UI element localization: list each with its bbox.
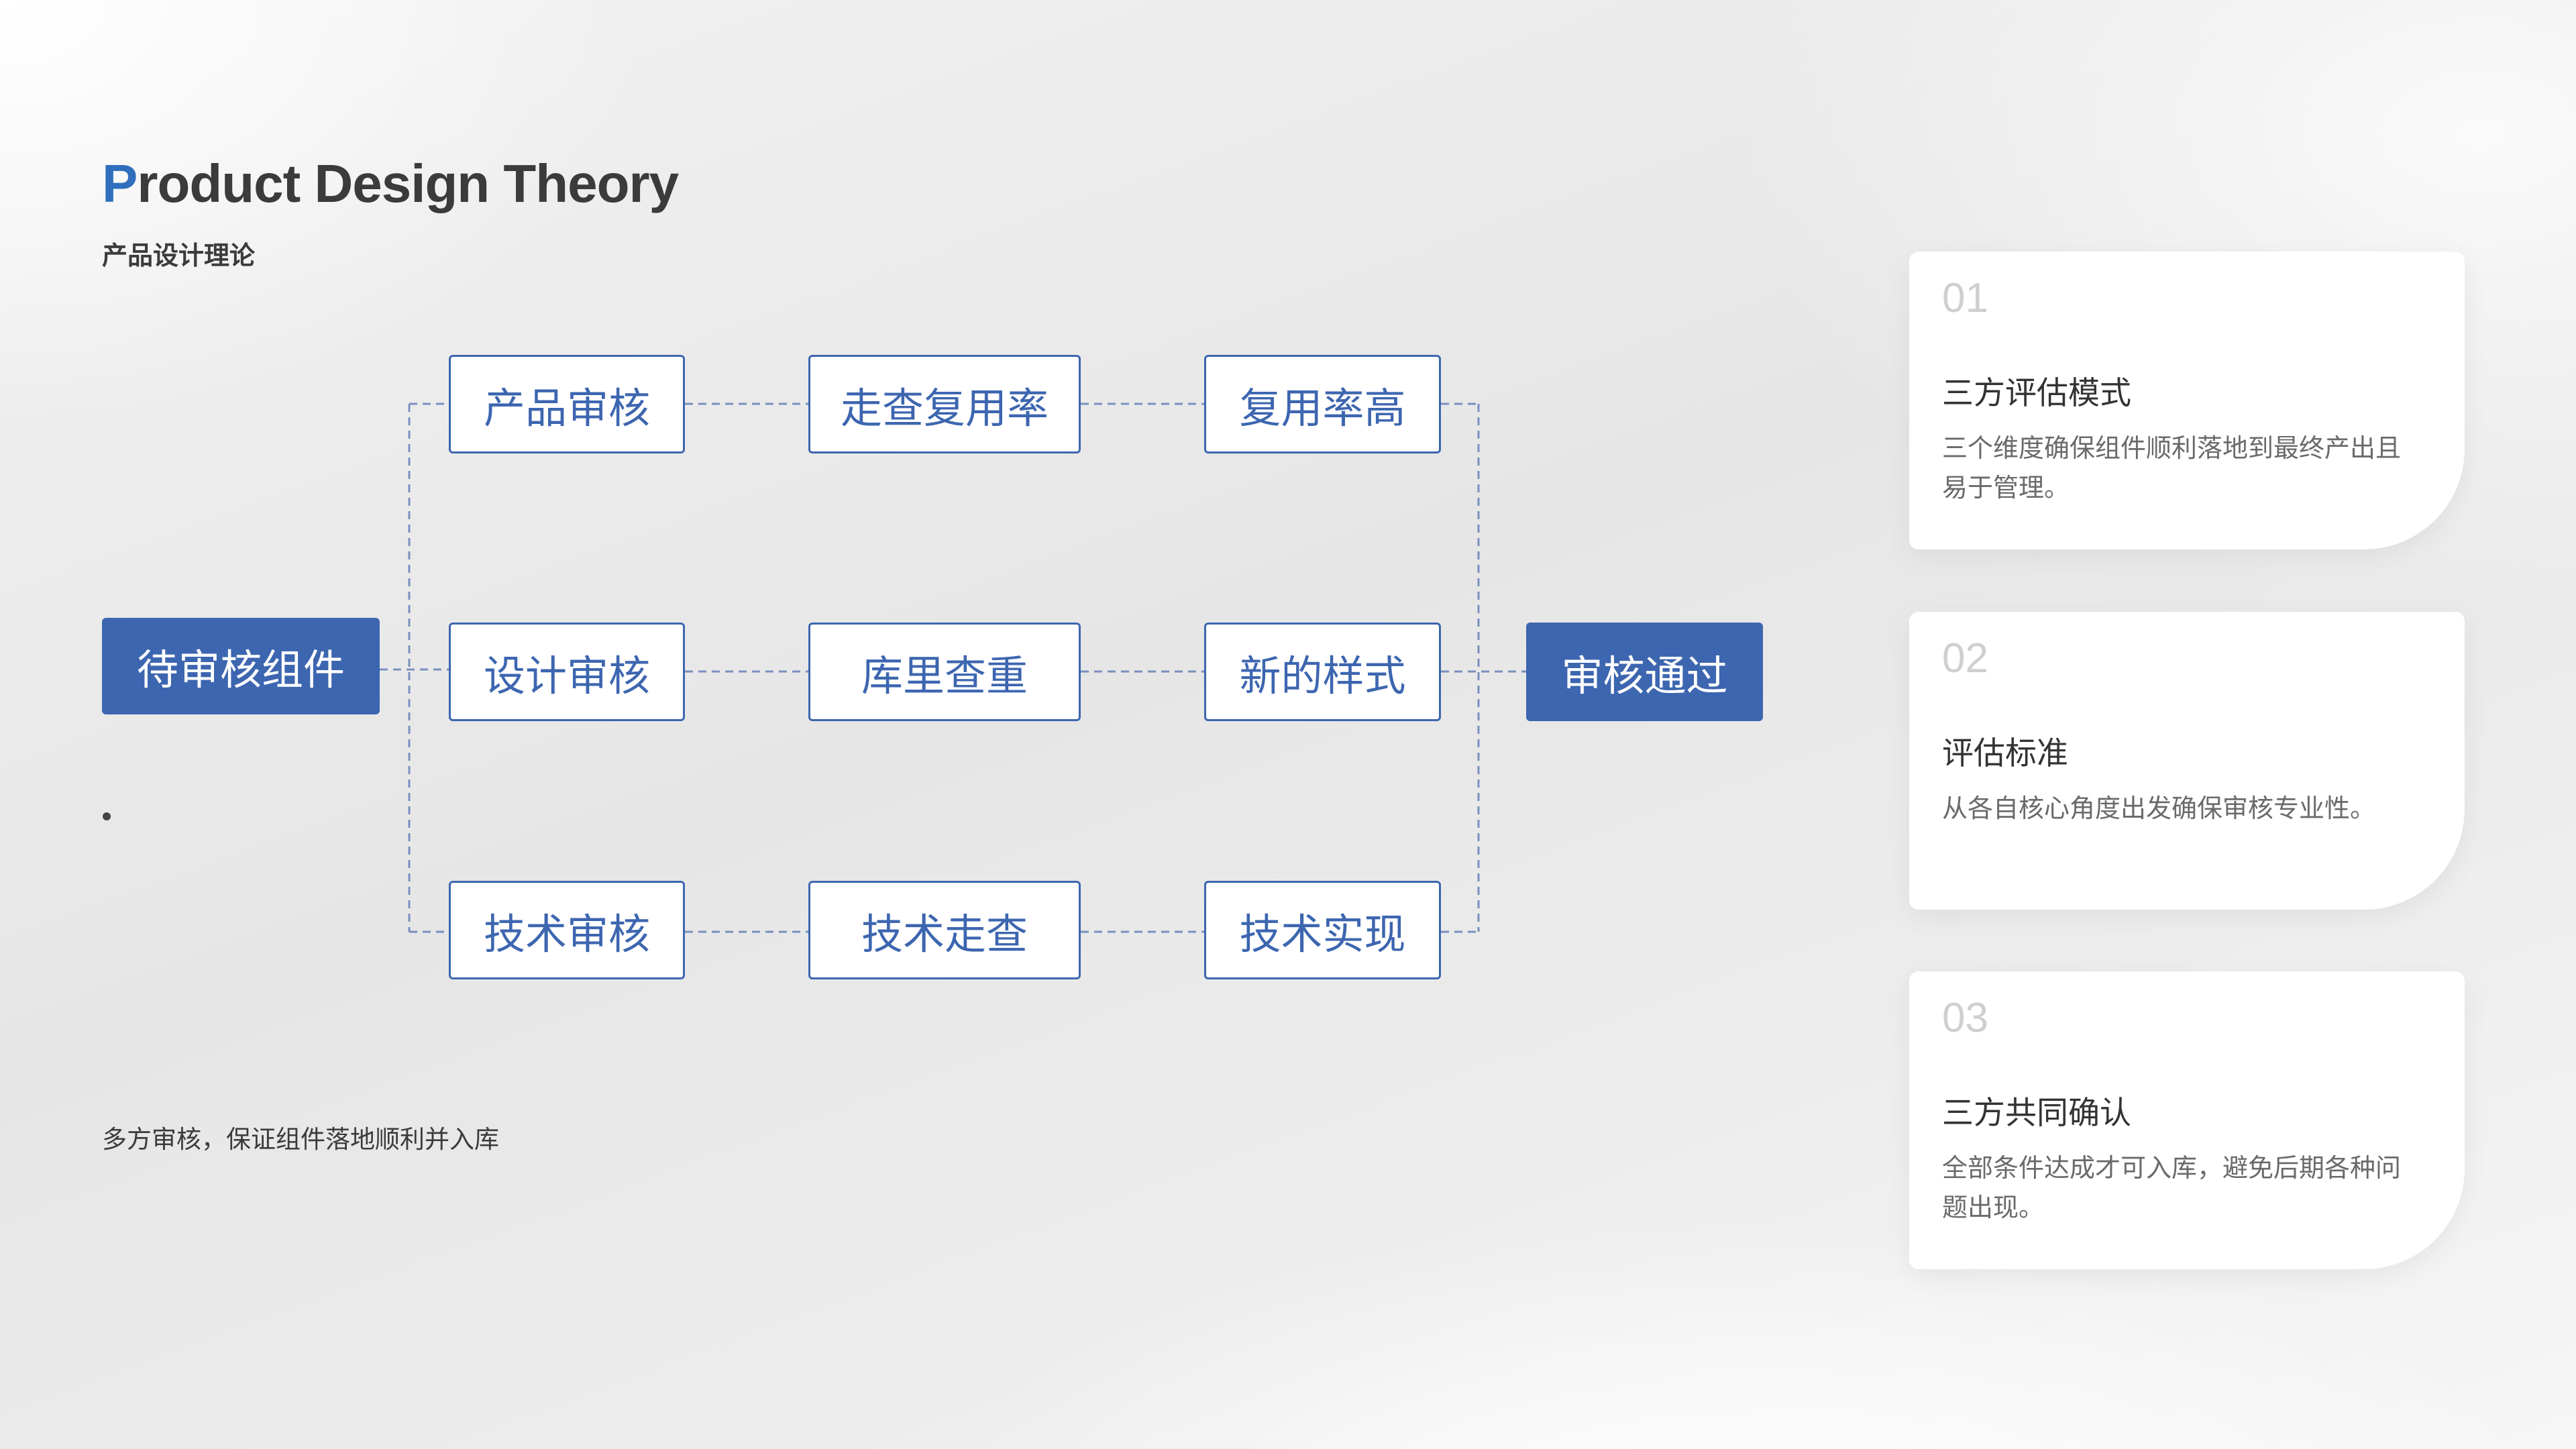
footer-note: 多方审核，保证组件落地顺利并入库 xyxy=(102,1125,499,1154)
flow-node-library-dedupe: 库里查重 xyxy=(808,623,1081,721)
flow-node-product-review: 产品审核 xyxy=(449,355,685,453)
flow-node-start: 待审核组件 xyxy=(102,618,380,714)
card-description: 从各自核心角度出发确保审核专业性。 xyxy=(1942,794,2376,823)
card-description: 全部条件达成才可入库，避免后期各种问题出现。 xyxy=(1942,1153,2402,1222)
card-description: 三个维度确保组件顺利落地到最终产出且易于管理。 xyxy=(1942,433,2402,502)
flow-node-design-review: 设计审核 xyxy=(449,623,685,721)
info-card-2: 02 评估标准 从各自核心角度出发确保审核专业性。 xyxy=(1909,612,2465,910)
card-number: 02 xyxy=(1942,635,1988,682)
flow-node-reuse-check: 走查复用率 xyxy=(808,355,1081,453)
card-title: 评估标准 xyxy=(1942,735,2068,772)
flow-node-high-reuse: 复用率高 xyxy=(1204,355,1441,453)
card-number: 01 xyxy=(1942,275,1988,321)
flow-node-end: 审核通过 xyxy=(1526,623,1763,721)
flow-node-new-style: 新的样式 xyxy=(1204,623,1441,721)
flow-node-tech-implementation: 技术实现 xyxy=(1204,881,1441,979)
info-card-1: 01 三方评估模式 三个维度确保组件顺利落地到最终产出且易于管理。 xyxy=(1909,252,2465,549)
info-card-3: 03 三方共同确认 全部条件达成才可入库，避免后期各种问题出现。 xyxy=(1909,971,2465,1269)
flow-node-tech-review: 技术审核 xyxy=(449,881,685,979)
card-title: 三方共同确认 xyxy=(1942,1095,2131,1132)
card-title: 三方评估模式 xyxy=(1942,375,2131,412)
bullet-dot xyxy=(103,812,111,820)
flow-node-tech-walkthrough: 技术走查 xyxy=(808,881,1081,979)
card-number: 03 xyxy=(1942,995,1988,1041)
